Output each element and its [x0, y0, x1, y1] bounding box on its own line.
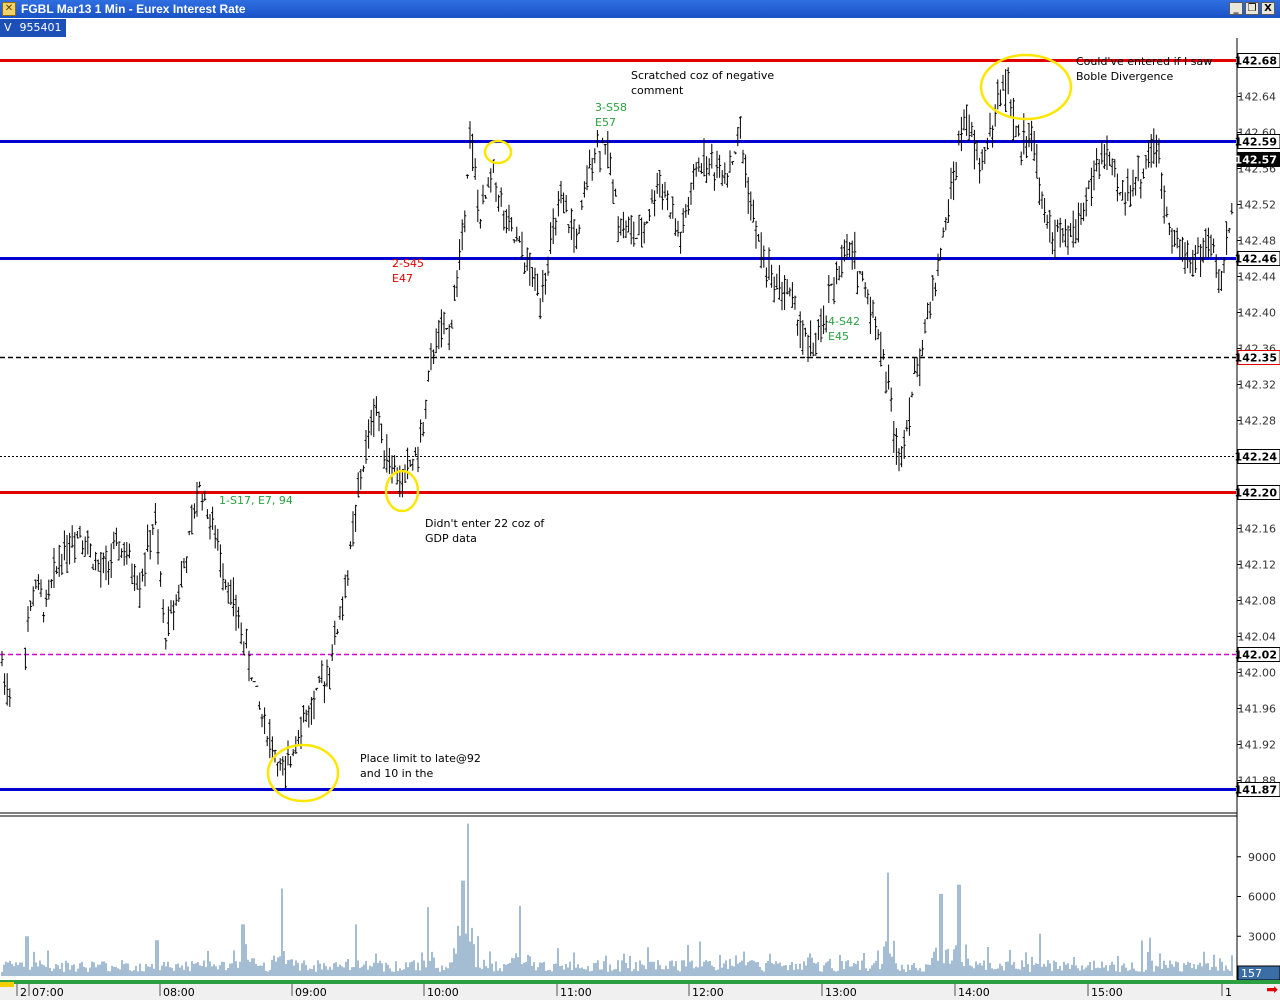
trade3-label: 3-S58 E57: [595, 101, 627, 129]
volume-tick-label: 3000: [1248, 930, 1276, 943]
price-tick-label: 142.48: [1238, 235, 1277, 248]
price-tick-label: 142.28: [1238, 415, 1277, 428]
time-axis-strip: [0, 980, 1280, 984]
trade2-label: 2-S45 E47: [392, 257, 424, 285]
price-tick-label: 142.44: [1238, 271, 1277, 284]
time-tick-label: 09:00: [295, 986, 327, 999]
price-tick-label: 142.12: [1238, 559, 1277, 572]
time-tick-label: 15:00: [1091, 986, 1123, 999]
price-tick-label: 142.52: [1238, 199, 1277, 212]
price-tick-label: 142.16: [1238, 523, 1277, 536]
price-tick-label: 141.96: [1238, 703, 1277, 716]
price-tick-label: 142.32: [1238, 379, 1277, 392]
price-tick-label: 141.92: [1238, 739, 1277, 752]
price-tick-label: 142.08: [1238, 595, 1277, 608]
price-box-label: 142.57: [1235, 154, 1277, 167]
time-tick-label: 14:00: [958, 986, 990, 999]
volume-tick-label: 9000: [1248, 851, 1276, 864]
price-box-label: 142.35: [1235, 352, 1277, 365]
trade1-label: 1-S17, E7, 94: [219, 494, 293, 507]
volume-last-label: 157: [1241, 967, 1262, 980]
note-scratched: Scratched coz of negative comment: [631, 69, 775, 97]
price-tick-label: 142.00: [1238, 667, 1277, 680]
price-box-label: 142.68: [1235, 55, 1277, 68]
price-tick-label: 142.40: [1238, 307, 1277, 320]
time-tick-label: 07:00: [32, 986, 64, 999]
time-tick-label: 08:00: [163, 986, 195, 999]
price-box-label: 142.46: [1235, 253, 1278, 266]
trade4-label: 4-S42 E45: [828, 315, 860, 343]
time-tick-label: 1: [1225, 986, 1232, 999]
price-pane: [0, 38, 1236, 812]
price-box-label: 142.59: [1235, 136, 1277, 149]
time-tick-label: 13:00: [825, 986, 857, 999]
price-box-label: 142.20: [1235, 487, 1278, 500]
price-tick-label: 142.04: [1238, 631, 1277, 644]
session-marker: [0, 982, 14, 987]
price-chart[interactable]: 142.64142.60142.56142.52142.48142.44142.…: [0, 0, 1280, 1000]
time-tick-label: 2: [20, 986, 27, 999]
scroll-right-arrow-icon[interactable]: ➡: [1266, 983, 1278, 997]
note-place-limit: Place limit to late@92 and 10 in the: [360, 752, 481, 780]
note-bobl-divergence: Could've entered if I saw Boble Divergen…: [1076, 55, 1213, 83]
time-tick-label: 11:00: [560, 986, 592, 999]
note-gdp: Didn't enter 22 coz of GDP data: [425, 517, 545, 545]
volume-tick-label: 6000: [1248, 891, 1276, 904]
time-tick-label: 10:00: [427, 986, 459, 999]
price-tick-label: 142.64: [1238, 91, 1277, 104]
time-tick-label: 12:00: [692, 986, 724, 999]
price-box-label: 142.02: [1235, 649, 1277, 662]
price-box-label: 141.87: [1235, 784, 1277, 797]
price-box-label: 142.24: [1235, 451, 1278, 464]
